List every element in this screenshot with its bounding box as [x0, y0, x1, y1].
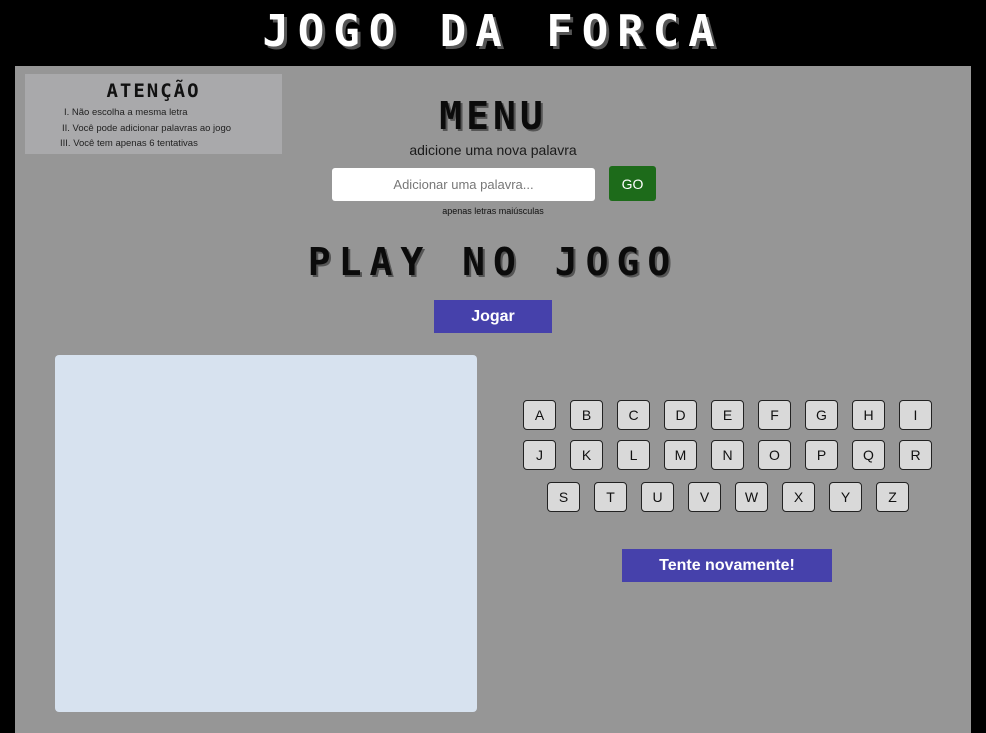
- letter-key-t[interactable]: T: [594, 482, 627, 512]
- letter-key-v[interactable]: V: [688, 482, 721, 512]
- letter-key-p[interactable]: P: [805, 440, 838, 470]
- letter-key-x[interactable]: X: [782, 482, 815, 512]
- letter-key-j[interactable]: J: [523, 440, 556, 470]
- letter-key-m[interactable]: M: [664, 440, 697, 470]
- letter-key-b[interactable]: B: [570, 400, 603, 430]
- menu-title: MENU: [439, 94, 547, 138]
- letter-key-o[interactable]: O: [758, 440, 791, 470]
- letter-key-c[interactable]: C: [617, 400, 650, 430]
- letter-key-q[interactable]: Q: [852, 440, 885, 470]
- page-title: JOGO DA FORCA: [262, 6, 724, 57]
- retry-button[interactable]: Tente novamente!: [622, 549, 832, 582]
- letter-key-d[interactable]: D: [664, 400, 697, 430]
- letter-key-y[interactable]: Y: [829, 482, 862, 512]
- letter-key-a[interactable]: A: [523, 400, 556, 430]
- letter-key-e[interactable]: E: [711, 400, 744, 430]
- letter-key-u[interactable]: U: [641, 482, 674, 512]
- letter-key-f[interactable]: F: [758, 400, 791, 430]
- go-button[interactable]: GO: [609, 166, 656, 201]
- input-hint: apenas letras maiúsculas: [442, 206, 544, 216]
- main-panel: ATENÇÃO I. Não escolha a mesma letra II.…: [15, 66, 971, 733]
- letter-key-g[interactable]: G: [805, 400, 838, 430]
- play-title: PLAY NO JOGO: [307, 240, 679, 284]
- hangman-canvas: [55, 355, 477, 712]
- play-button[interactable]: Jogar: [434, 300, 552, 333]
- letter-key-r[interactable]: R: [899, 440, 932, 470]
- letter-key-i[interactable]: I: [899, 400, 932, 430]
- letter-key-w[interactable]: W: [735, 482, 768, 512]
- letter-key-s[interactable]: S: [547, 482, 580, 512]
- menu-subtitle: adicione uma nova palavra: [409, 142, 577, 158]
- add-word-input[interactable]: [332, 168, 595, 201]
- letter-key-l[interactable]: L: [617, 440, 650, 470]
- letter-key-n[interactable]: N: [711, 440, 744, 470]
- letter-key-k[interactable]: K: [570, 440, 603, 470]
- letter-key-h[interactable]: H: [852, 400, 885, 430]
- letter-key-z[interactable]: Z: [876, 482, 909, 512]
